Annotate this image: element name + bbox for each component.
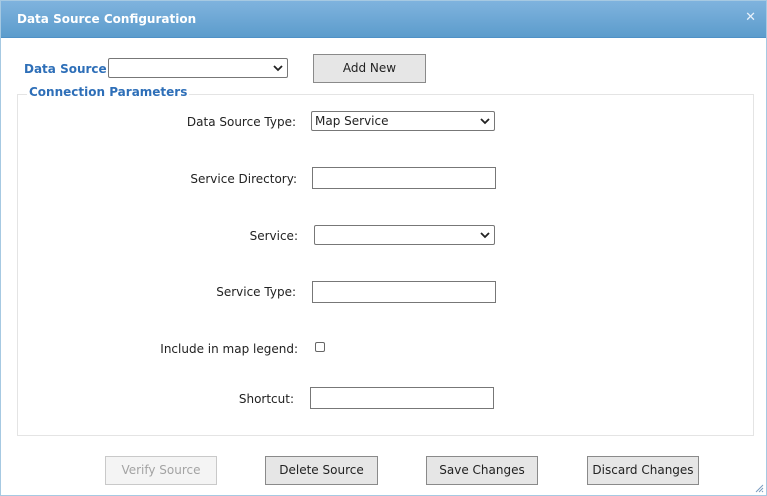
- service-type-label: Service Type:: [216, 285, 296, 299]
- include-in-legend-label: Include in map legend:: [160, 342, 298, 356]
- shortcut-input[interactable]: [310, 387, 494, 409]
- connection-parameters-legend: Connection Parameters: [27, 85, 190, 99]
- add-new-button[interactable]: Add New: [313, 54, 426, 83]
- verify-source-button[interactable]: Verify Source: [105, 456, 217, 485]
- delete-source-button[interactable]: Delete Source: [265, 456, 378, 485]
- data-source-select[interactable]: [108, 58, 288, 78]
- include-in-legend-checkbox[interactable]: [315, 342, 325, 352]
- chevron-down-icon: [480, 118, 490, 125]
- data-source-config-dialog: Data Source Configuration ✕ Data Source:…: [0, 0, 767, 496]
- data-source-type-label: Data Source Type:: [186, 115, 296, 129]
- discard-changes-button[interactable]: Discard Changes: [587, 456, 699, 485]
- chevron-down-icon: [480, 232, 490, 239]
- data-source-type-select[interactable]: Map Service: [311, 111, 495, 131]
- resize-grip-icon[interactable]: [754, 483, 764, 493]
- service-select[interactable]: [314, 225, 495, 245]
- close-icon[interactable]: ✕: [745, 10, 756, 25]
- service-directory-label: Service Directory:: [190, 172, 297, 186]
- service-directory-input[interactable]: [312, 167, 496, 189]
- connection-parameters-group: [17, 94, 754, 436]
- service-type-input[interactable]: [312, 281, 496, 303]
- save-changes-button[interactable]: Save Changes: [426, 456, 538, 485]
- data-source-type-value: Map Service: [315, 114, 389, 128]
- shortcut-label: Shortcut:: [238, 392, 294, 406]
- dialog-title: Data Source Configuration: [17, 12, 197, 26]
- dialog-titlebar[interactable]: Data Source Configuration ✕: [1, 1, 766, 38]
- chevron-down-icon: [273, 65, 283, 72]
- service-label: Service:: [249, 229, 298, 243]
- data-source-label: Data Source:: [24, 62, 112, 76]
